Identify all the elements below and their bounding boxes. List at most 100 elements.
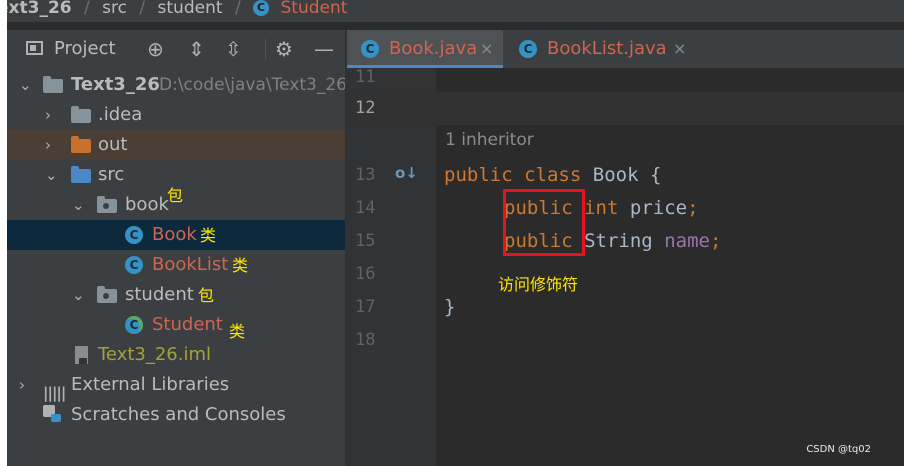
chevron-right-icon[interactable]: › — [19, 370, 25, 400]
tree-item-student-class[interactable]: C Student 类 — [7, 310, 345, 341]
tree-item-label: book — [125, 194, 169, 215]
tree-item-label: Text3_26 — [71, 74, 160, 95]
project-path: D:\code\java\Text3_26 — [159, 75, 345, 95]
tree-item-label: Scratches and Consoles — [71, 404, 286, 425]
chevron-down-icon[interactable]: ⌄ — [72, 280, 85, 310]
project-panel-title[interactable]: Project — [54, 38, 116, 59]
tree-item-project-root[interactable]: ⌄ Text3_26 D:\code\java\Text3_26 — [7, 70, 345, 100]
tab-label: Book.java — [389, 38, 478, 59]
editor-gutter: 11 12 13 o↓ 14 15 16 17 18 — [347, 67, 436, 466]
watermark: CSDN @tq02 — [806, 444, 871, 455]
locate-icon[interactable]: ⊕ — [147, 35, 164, 63]
close-icon[interactable]: × — [673, 30, 686, 68]
tree-item-book-class[interactable]: C Book 类 — [7, 220, 345, 250]
toolbar-divider — [265, 39, 266, 59]
tree-item-label: External Libraries — [71, 374, 230, 395]
editor-tabs: C Book.java × C BookList.java × — [347, 30, 904, 68]
type-name: String — [584, 230, 653, 252]
source-folder-icon — [71, 166, 91, 183]
line-number: 13 — [355, 165, 376, 185]
tree-item-booklist-class[interactable]: C BookList 类 — [7, 250, 345, 280]
tree-item-label: Student — [152, 314, 223, 335]
chevron-down-icon[interactable]: ⌄ — [72, 190, 85, 220]
breadcrumb-student-class[interactable]: Student — [280, 0, 347, 17]
tree-item-book-package[interactable]: ⌄ book 包 — [7, 186, 345, 220]
tab-book-java[interactable]: C Book.java × — [347, 30, 503, 68]
module-file-icon — [75, 346, 88, 364]
tab-label: BookList.java — [547, 38, 667, 59]
class-icon: C — [125, 256, 143, 274]
excluded-folder-icon — [71, 136, 91, 153]
annotation-note: 类 — [229, 322, 246, 341]
class-icon: C — [125, 226, 143, 244]
field-name: price — [629, 197, 688, 219]
closing-brace: } — [444, 296, 456, 318]
line-number: 15 — [355, 231, 376, 251]
close-icon[interactable]: × — [480, 30, 493, 68]
line-number: 14 — [355, 198, 376, 218]
annotation-box — [503, 189, 585, 256]
line-number: 12 — [355, 98, 376, 118]
main-class-icon: C — [125, 316, 143, 334]
minimize-icon[interactable]: — — [314, 35, 334, 63]
breadcrumb-project[interactable]: ext3_26 — [7, 0, 72, 17]
annotation-note: 类 — [200, 226, 217, 245]
tree-item-label: student — [125, 284, 194, 305]
tree-item-label: .idea — [98, 104, 143, 125]
expand-all-icon[interactable]: ⇕ — [188, 35, 205, 63]
project-panel-header: Project ⊕ ⇕ ⇳ ⚙ — — [7, 30, 345, 68]
annotation-note: 包 — [167, 186, 184, 205]
folder-icon — [71, 106, 91, 123]
class-icon: C — [361, 40, 379, 58]
gear-icon[interactable]: ⚙ — [275, 35, 293, 63]
code-line-13: public class Book { — [444, 163, 661, 187]
breadcrumb-separator: / — [84, 0, 90, 18]
breadcrumb-student[interactable]: student — [158, 0, 223, 17]
tree-item-label: BookList — [152, 254, 229, 275]
keyword: class — [524, 164, 582, 186]
class-icon: C — [253, 0, 270, 16]
inlay-hint[interactable]: 1 inheritor — [445, 130, 534, 150]
semicolon: ; — [687, 197, 699, 219]
tree-item-out[interactable]: › out — [7, 130, 345, 160]
breadcrumb-src[interactable]: src — [102, 0, 127, 17]
chevron-down-icon[interactable]: ⌄ — [45, 160, 58, 190]
line-number: 16 — [355, 264, 376, 284]
tree-item-iml-file[interactable]: Text3_26.iml — [7, 340, 345, 370]
collapse-all-icon[interactable]: ⇳ — [225, 35, 242, 63]
chevron-right-icon[interactable]: › — [45, 100, 51, 130]
line-number: 17 — [355, 297, 376, 317]
class-name: Book { — [592, 164, 662, 186]
breadcrumb-separator: / — [234, 0, 241, 18]
tree-item-student-package[interactable]: ⌄ student 包 — [7, 280, 345, 310]
breadcrumb-separator: / — [139, 0, 146, 18]
line-number: 18 — [355, 330, 376, 350]
chevron-right-icon[interactable]: › — [45, 130, 51, 160]
inheritor-marker-icon[interactable]: o↓ — [395, 164, 418, 182]
package-icon — [97, 196, 117, 213]
current-line-highlight — [436, 92, 904, 125]
tree-item-idea[interactable]: › .idea — [7, 100, 345, 130]
code-editor[interactable]: 1 inheritor public class Book { public i… — [436, 68, 904, 466]
tab-booklist-java[interactable]: C BookList.java × — [505, 30, 695, 68]
tree-item-label: Book — [152, 224, 197, 245]
project-panel: Project ⊕ ⇕ ⇳ ⚙ — ⌄ Text3_26 D:\code\jav… — [7, 30, 345, 466]
class-icon: C — [519, 40, 537, 58]
tree-item-scratches[interactable]: Scratches and Consoles — [7, 400, 345, 430]
annotation-note: 类 — [232, 256, 249, 275]
line-number: 11 — [355, 67, 376, 87]
project-view-icon — [26, 41, 43, 55]
tree-item-label: out — [98, 134, 128, 155]
module-folder-icon — [43, 76, 63, 93]
field-name: name — [664, 230, 710, 252]
code-line-17: } — [444, 295, 455, 319]
keyword: int — [584, 197, 619, 219]
tree-item-external-libraries[interactable]: › ||||| External Libraries — [7, 370, 345, 402]
tree-item-label: src — [98, 164, 125, 185]
keyword: public — [444, 164, 513, 186]
annotation-note: 包 — [198, 286, 215, 305]
tree-item-label: Text3_26.iml — [98, 344, 212, 365]
ide-window: ext3_26 / src / student / C Student Proj… — [7, 0, 904, 466]
chevron-down-icon[interactable]: ⌄ — [19, 70, 32, 100]
breadcrumb: ext3_26 / src / student / C Student — [7, 0, 904, 22]
